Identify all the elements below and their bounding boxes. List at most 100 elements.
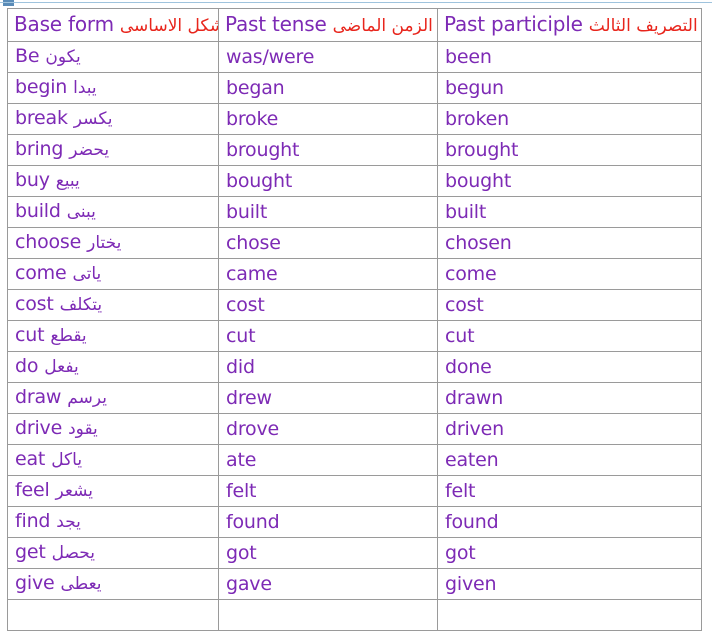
- cell-past-tense: did: [218, 351, 438, 383]
- cell-base-form: do يفعل: [7, 351, 219, 383]
- cell-past-participle: [437, 599, 702, 631]
- table-row: find يجد found found: [7, 506, 702, 538]
- cell-base-form: Be يكون: [7, 41, 219, 73]
- table-row: buy يبيع bought bought: [7, 165, 702, 197]
- cell-base-form: buy يبيع: [7, 165, 219, 197]
- table-row: draw يرسم drew drawn: [7, 382, 702, 414]
- table-row: give يعطى gave given: [7, 568, 702, 600]
- base-form-english: come: [15, 262, 67, 284]
- cell-past-participle: cost: [437, 289, 702, 321]
- past-tense-english: ate: [226, 448, 257, 471]
- column-header-base-form: Base formالشكل الاساسى: [7, 8, 219, 42]
- cell-base-form: find يجد: [7, 506, 219, 538]
- past-tense-english: broke: [226, 107, 279, 130]
- base-form-arabic: يجد: [56, 512, 81, 532]
- cell-past-participle: chosen: [437, 227, 702, 259]
- past-participle-english: given: [445, 572, 497, 595]
- cell-past-tense: chose: [218, 227, 438, 259]
- cell-past-tense: cut: [218, 320, 438, 352]
- cell-past-participle: drawn: [437, 382, 702, 414]
- past-participle-english: brought: [445, 138, 519, 161]
- table-row: feel يشعر felt felt: [7, 475, 702, 507]
- cell-past-tense: got: [218, 537, 438, 569]
- column-header-past-tense-arabic: الزمن الماضى: [332, 16, 433, 36]
- table-row: bring يحضر brought brought: [7, 134, 702, 166]
- table-row: choose يختار chose chosen: [7, 227, 702, 259]
- past-tense-english: cost: [226, 293, 265, 316]
- cell-past-tense: drew: [218, 382, 438, 414]
- base-form-arabic: ياكل: [51, 450, 83, 470]
- past-participle-english: got: [445, 541, 476, 564]
- cell-past-participle: begun: [437, 72, 702, 104]
- cell-past-participle: built: [437, 196, 702, 228]
- cell-base-form: begin يبدا: [7, 72, 219, 104]
- past-tense-english: was/were: [226, 45, 315, 68]
- column-header-past-tense-english: Past tense: [225, 12, 327, 36]
- column-header-base-form-arabic: الشكل الاساسى: [119, 16, 218, 36]
- column-header-past-participle-english: Past participle: [444, 12, 583, 36]
- cell-base-form: draw يرسم: [7, 382, 219, 414]
- cell-past-participle: got: [437, 537, 702, 569]
- base-form-arabic: يبيع: [55, 171, 80, 191]
- column-header-base-form-english: Base form: [14, 12, 114, 36]
- cell-past-tense: began: [218, 72, 438, 104]
- table-row: get يحصل got got: [7, 537, 702, 569]
- cell-base-form: come ياتى: [7, 258, 219, 290]
- cell-past-participle: broken: [437, 103, 702, 135]
- cell-past-tense: felt: [218, 475, 438, 507]
- base-form-english: break: [15, 107, 68, 129]
- base-form-arabic: ياتى: [72, 264, 102, 284]
- base-form-arabic: يرسم: [67, 388, 107, 408]
- verb-table-container: Base formالشكل الاساسى Past tenseالزمن ا…: [7, 8, 702, 631]
- base-form-arabic: يقود: [68, 419, 98, 439]
- cell-past-tense: [218, 599, 438, 631]
- base-form-arabic: يحصل: [51, 543, 95, 563]
- past-tense-english: drew: [226, 386, 272, 409]
- past-participle-english: drawn: [445, 386, 504, 409]
- past-tense-english: drove: [226, 417, 280, 440]
- cell-base-form: give يعطى: [7, 568, 219, 600]
- cell-past-participle: bought: [437, 165, 702, 197]
- cell-past-tense: ate: [218, 444, 438, 476]
- cell-past-participle: felt: [437, 475, 702, 507]
- cell-past-participle: come: [437, 258, 702, 290]
- base-form-english: get: [15, 541, 46, 563]
- past-participle-english: begun: [445, 76, 504, 99]
- cell-past-participle: given: [437, 568, 702, 600]
- past-participle-english: come: [445, 262, 497, 285]
- base-form-english: eat: [15, 448, 46, 470]
- base-form-english: cut: [15, 324, 45, 346]
- top-page-marker: [3, 0, 14, 6]
- base-form-arabic: يعطى: [60, 574, 102, 594]
- past-tense-english: did: [226, 355, 255, 378]
- table-row: do يفعل did done: [7, 351, 702, 383]
- cell-base-form: drive يقود: [7, 413, 219, 445]
- past-participle-english: felt: [445, 479, 476, 502]
- cell-past-tense: was/were: [218, 41, 438, 73]
- cell-past-participle: brought: [437, 134, 702, 166]
- past-tense-english: brought: [226, 138, 300, 161]
- past-tense-english: got: [226, 541, 257, 564]
- cell-past-participle: found: [437, 506, 702, 538]
- irregular-verbs-table: Base formالشكل الاساسى Past tenseالزمن ا…: [7, 8, 702, 631]
- base-form-arabic: يكسر: [73, 109, 113, 129]
- base-form-arabic: يحضر: [69, 140, 110, 160]
- table-row: break يكسر broke broken: [7, 103, 702, 135]
- cell-past-participle: been: [437, 41, 702, 73]
- past-participle-english: eaten: [445, 448, 499, 471]
- base-form-arabic: يكون: [45, 47, 81, 67]
- base-form-english: draw: [15, 386, 62, 408]
- cell-base-form: build يبنى: [7, 196, 219, 228]
- base-form-english: find: [15, 510, 51, 532]
- cell-past-tense: came: [218, 258, 438, 290]
- cell-past-tense: built: [218, 196, 438, 228]
- cell-base-form: get يحصل: [7, 537, 219, 569]
- past-tense-english: began: [226, 76, 285, 99]
- base-form-english: buy: [15, 169, 50, 191]
- past-participle-english: been: [445, 45, 492, 68]
- past-participle-english: cut: [445, 324, 475, 347]
- past-participle-english: cost: [445, 293, 484, 316]
- cell-base-form: eat ياكل: [7, 444, 219, 476]
- base-form-arabic: يختار: [87, 233, 122, 253]
- base-form-arabic: يبدا: [73, 78, 97, 98]
